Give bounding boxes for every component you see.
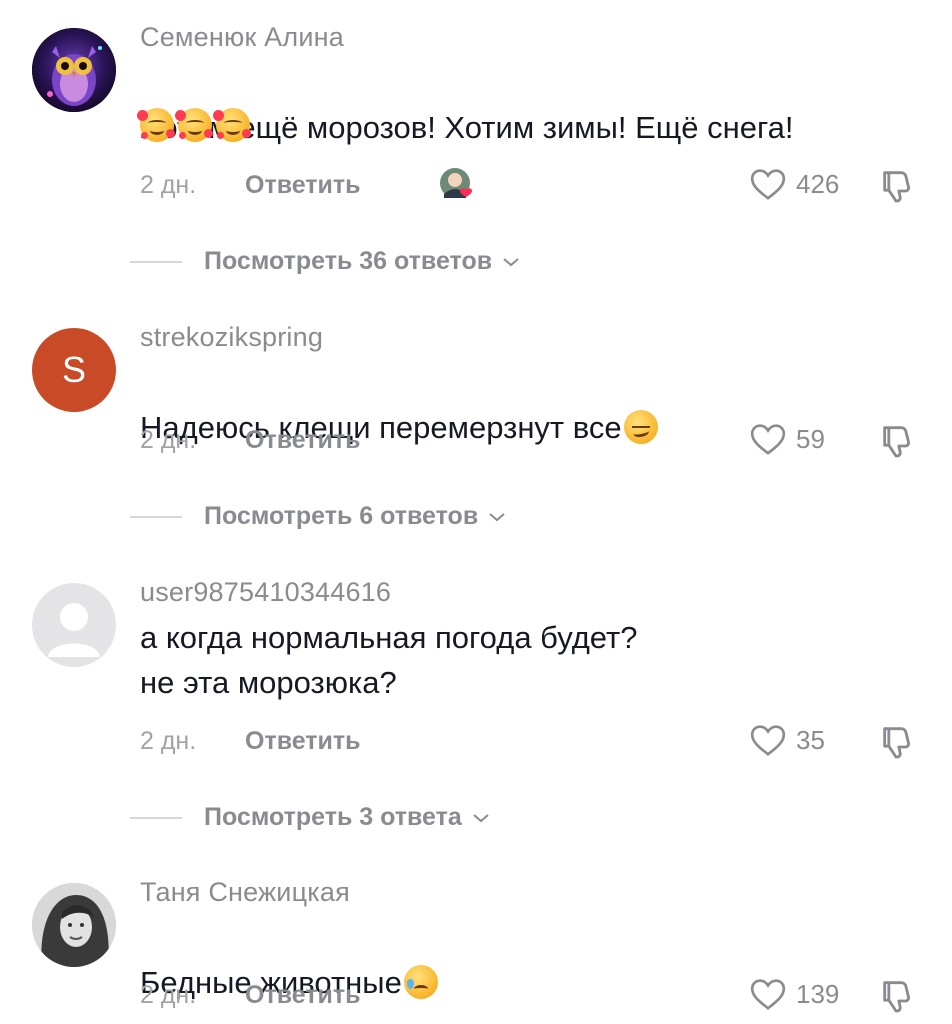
comment-text: Надеюсь клещи перемерзнут все <box>140 360 658 450</box>
heart-outline-icon <box>750 725 786 756</box>
thumbs-down-icon <box>883 981 911 1013</box>
comment-time: 2 дн. <box>140 426 197 454</box>
dislike-button[interactable] <box>878 722 918 767</box>
like-button[interactable]: 59 <box>748 419 825 459</box>
divider-line <box>130 816 182 819</box>
like-button[interactable]: 426 <box>748 164 839 204</box>
view-replies-label: Посмотреть 3 ответа <box>204 803 462 831</box>
comment-emoji-row <box>137 108 250 142</box>
chevron-down-icon <box>473 813 489 822</box>
dislike-button[interactable] <box>878 421 918 466</box>
comment-item: Таня Снежицкая Бедные животные 2 дн. Отв… <box>0 855 952 1024</box>
comment-author[interactable]: Таня Снежицкая <box>140 877 350 908</box>
comment-item: Семенюк Алина Хотим ещё морозов! Хотим з… <box>0 0 952 300</box>
smiling-face-with-hearts-icon <box>213 108 250 142</box>
chevron-down-icon <box>489 512 505 521</box>
creator-liked-badge[interactable] <box>438 166 476 204</box>
reply-button[interactable]: Ответить <box>245 171 361 200</box>
comment-author[interactable]: Семенюк Алина <box>140 22 344 53</box>
divider-line <box>130 515 182 518</box>
thumbs-down-icon <box>883 426 911 458</box>
comment-item: S strekozikspring Надеюсь клещи перемерз… <box>0 300 952 550</box>
like-count: 426 <box>796 168 840 199</box>
view-replies-label: Посмотреть 6 ответов <box>204 502 479 530</box>
comment-time: 2 дн. <box>140 171 197 199</box>
photo-avatar-icon[interactable] <box>32 883 116 967</box>
dislike-button[interactable] <box>878 976 918 1021</box>
view-replies-label: Посмотреть 36 ответов <box>204 247 493 275</box>
default-user-avatar-icon[interactable] <box>32 583 116 667</box>
avatar-letter: S <box>61 349 86 390</box>
heart-outline-icon <box>750 979 786 1010</box>
sad-but-relieved-face-icon <box>403 965 438 999</box>
heart-outline-icon <box>750 169 786 200</box>
comment-time: 2 дн. <box>140 981 197 1009</box>
comment-author[interactable]: user9875410344616 <box>140 577 391 608</box>
comment-author[interactable]: strekozikspring <box>140 322 323 353</box>
like-button[interactable]: 139 <box>748 974 839 1014</box>
comment-time: 2 дн. <box>140 727 197 755</box>
comment-text-body: Надеюсь клещи перемерзнут все <box>140 410 622 445</box>
view-replies-button[interactable]: Посмотреть 3 ответа <box>130 803 490 832</box>
divider-line <box>130 260 182 263</box>
owl-avatar-icon[interactable] <box>32 28 116 112</box>
reply-button[interactable]: Ответить <box>245 426 361 455</box>
dislike-button[interactable] <box>878 166 918 211</box>
view-replies-button[interactable]: Посмотреть 6 ответов <box>130 502 506 531</box>
like-count: 59 <box>796 423 825 454</box>
reply-button[interactable]: Ответить <box>245 981 361 1010</box>
thumbs-down-icon <box>883 727 911 759</box>
like-count: 139 <box>796 978 840 1009</box>
like-count: 35 <box>796 724 825 755</box>
like-button[interactable]: 35 <box>748 720 825 760</box>
thumbs-down-icon <box>883 171 911 203</box>
view-replies-button[interactable]: Посмотреть 36 ответов <box>130 247 520 276</box>
smiling-face-with-hearts-icon <box>175 108 212 142</box>
comment-item: user9875410344616 а когда нормальная пог… <box>0 555 952 855</box>
letter-avatar-icon[interactable]: S <box>32 328 116 412</box>
chevron-down-icon <box>503 257 519 266</box>
smirking-face-icon <box>623 410 658 444</box>
reply-button[interactable]: Ответить <box>245 727 361 756</box>
smiling-face-with-hearts-icon <box>137 108 174 142</box>
comment-text: а когда нормальная погода будет? не эта … <box>140 620 638 700</box>
heart-outline-icon <box>750 424 786 455</box>
